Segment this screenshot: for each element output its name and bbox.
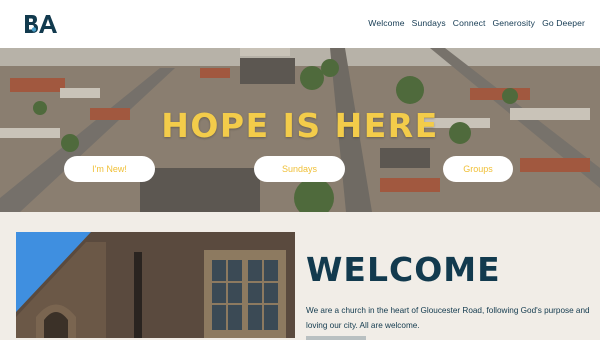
im-new-button[interactable]: I'm New! [64, 156, 155, 182]
hero-title: HOPE IS HERE [161, 106, 439, 145]
groups-button[interactable]: Groups [443, 156, 513, 182]
welcome-heading: WELCOME [306, 250, 501, 289]
welcome-text: We are a church in the heart of Gloucest… [306, 306, 590, 330]
nav-sundays[interactable]: Sundays [412, 18, 446, 28]
hero-banner: HOPE IS HERE I'm New! Sundays Groups [0, 48, 600, 212]
site-header: Welcome Sundays Connect Generosity Go De… [0, 0, 600, 48]
welcome-section: WELCOME We are a church in the heart of … [0, 212, 600, 340]
nav-generosity[interactable]: Generosity [493, 18, 536, 28]
nav-go-deeper[interactable]: Go Deeper [542, 18, 585, 28]
main-nav: Welcome Sundays Connect Generosity Go De… [368, 18, 585, 28]
sundays-button[interactable]: Sundays [254, 156, 345, 182]
partial-text-line [306, 336, 366, 340]
nav-welcome[interactable]: Welcome [368, 18, 404, 28]
church-photo [16, 232, 295, 338]
logo-icon[interactable] [24, 14, 60, 34]
nav-connect[interactable]: Connect [453, 18, 486, 28]
